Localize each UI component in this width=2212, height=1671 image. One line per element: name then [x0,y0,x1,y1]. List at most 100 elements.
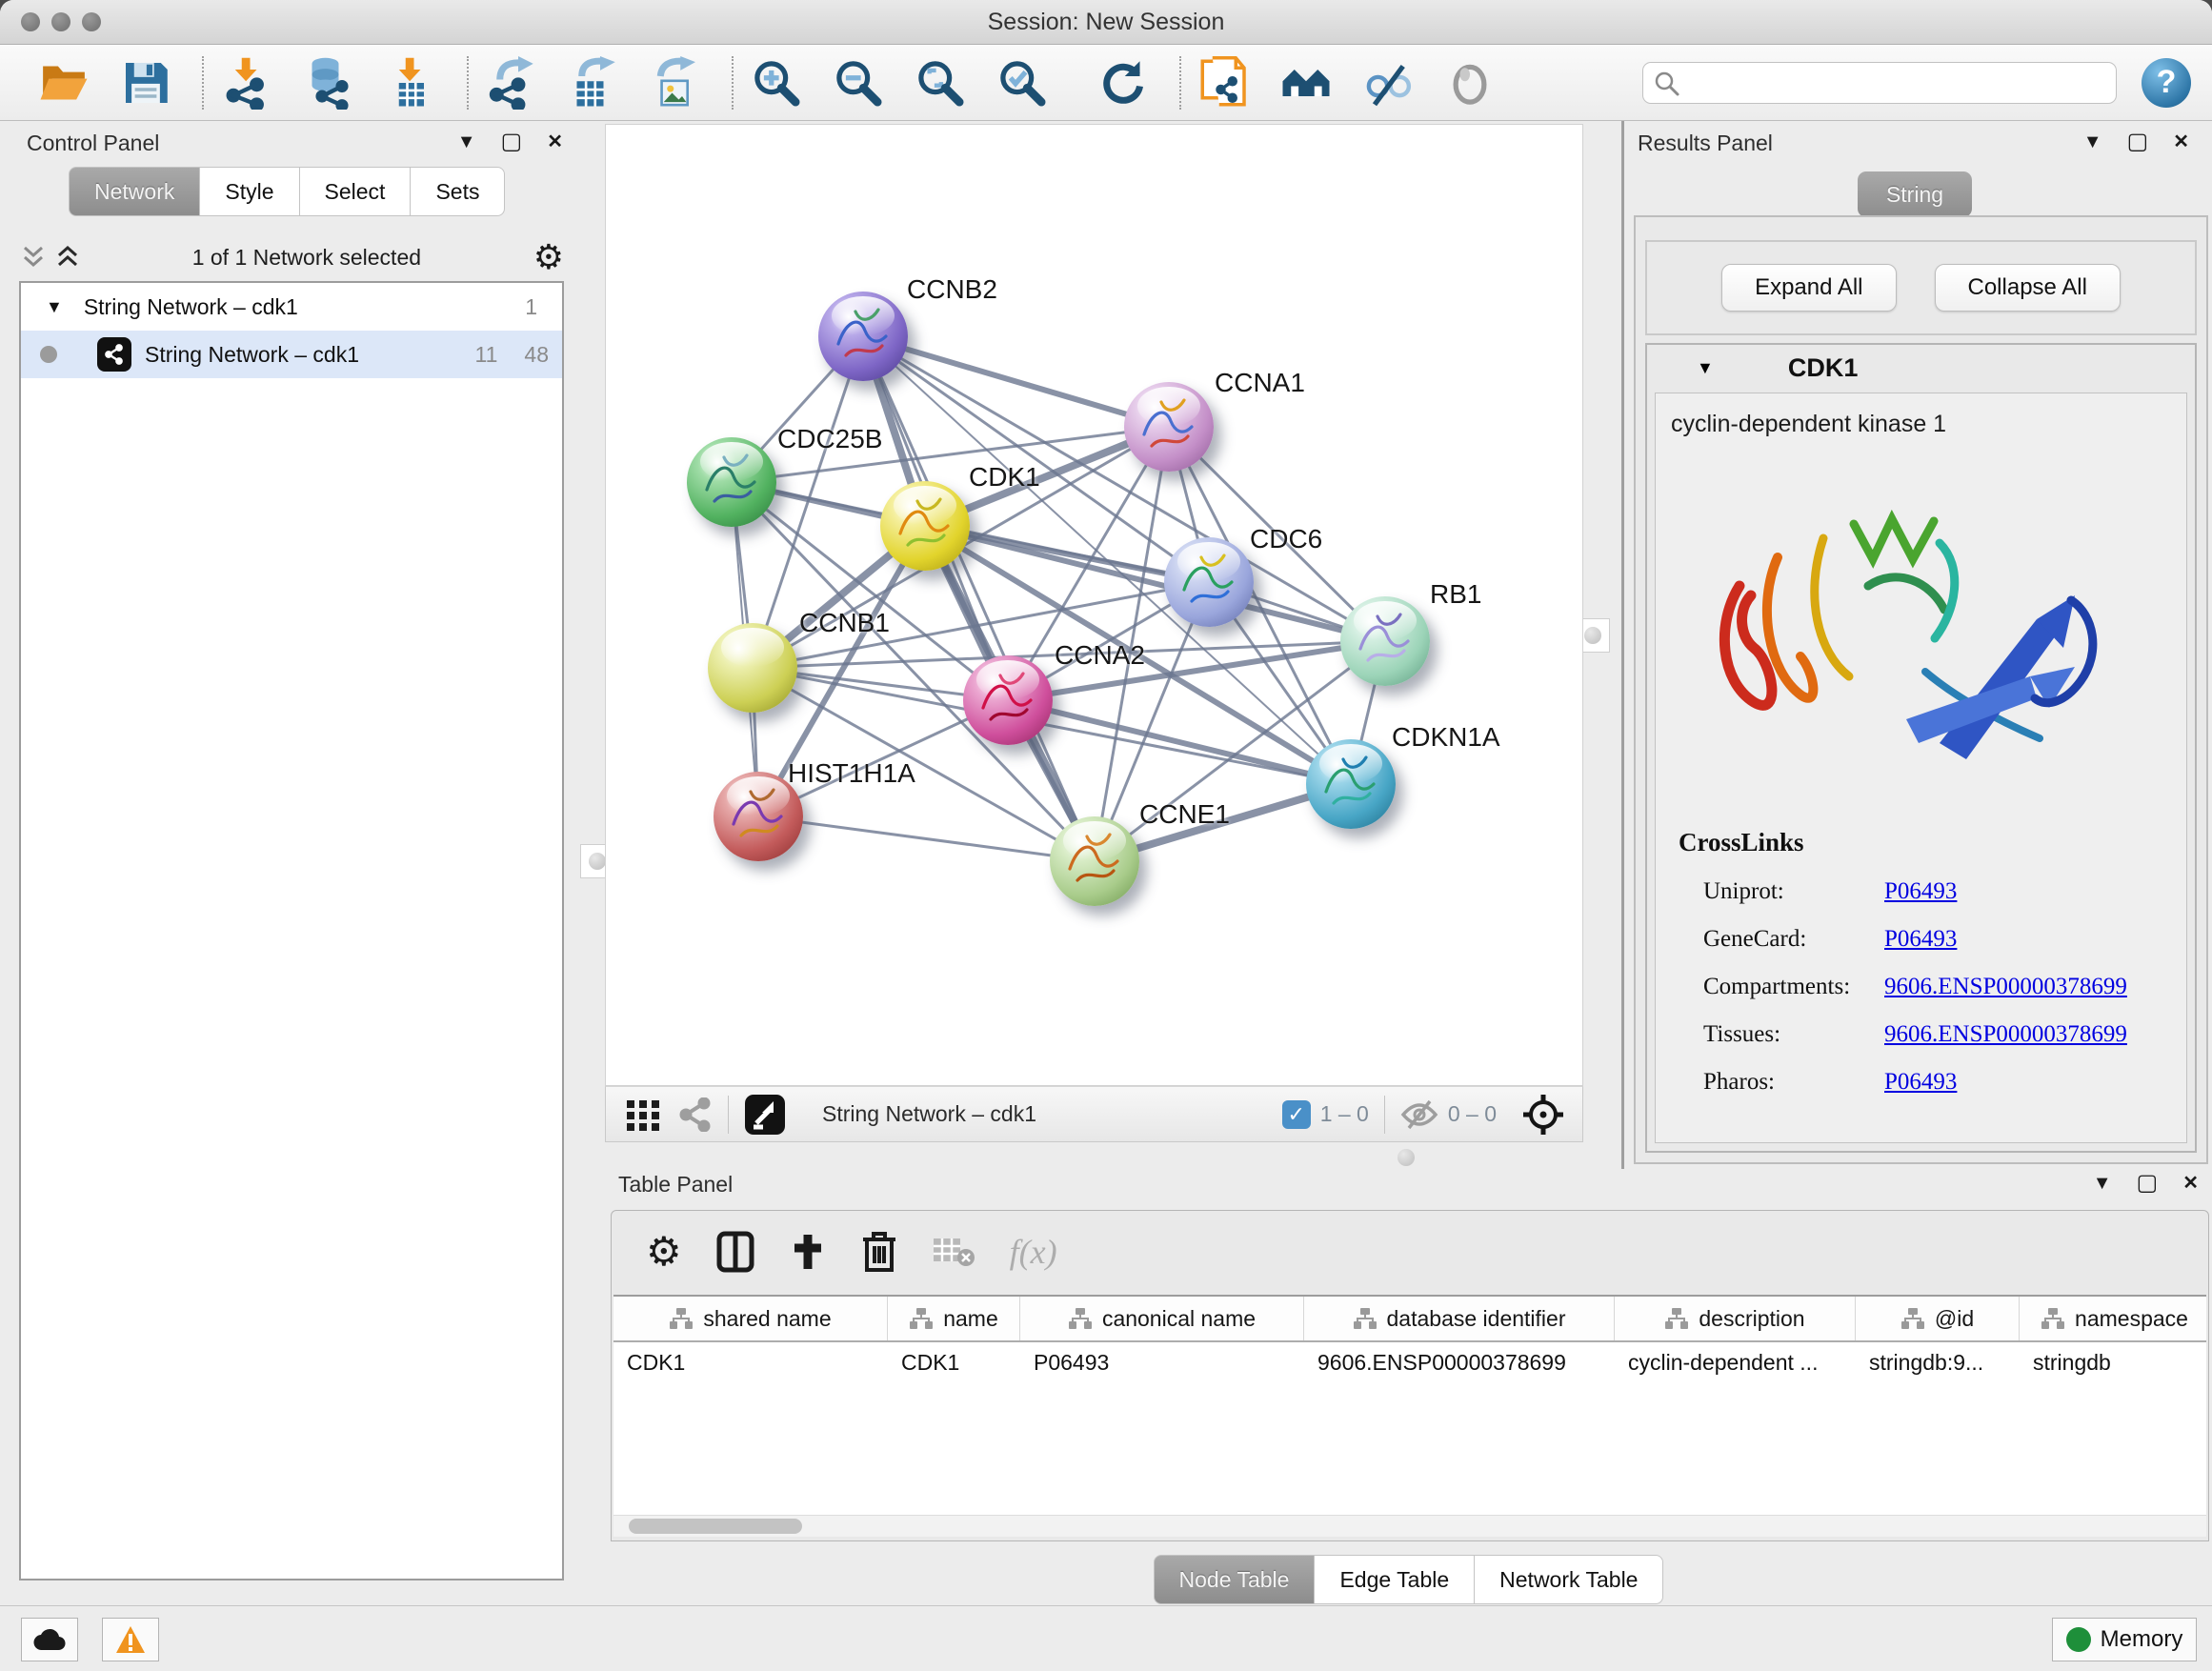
network-node-CCNB2[interactable] [818,292,908,381]
cell[interactable]: P06493 [1020,1350,1304,1376]
panel-float-icon[interactable]: ▢ [501,131,523,153]
network-row[interactable]: String Network – cdk1 11 48 [21,331,562,378]
panel-close-icon[interactable]: ✕ [547,132,563,151]
network-node-CDKN1A[interactable] [1306,739,1396,829]
save-session-icon[interactable] [118,55,173,111]
column-header-canonical-name[interactable]: canonical name [1020,1297,1304,1340]
eye-icon[interactable] [1442,55,1498,111]
network-collection-row[interactable]: ▼ String Network – cdk1 1 [21,283,562,331]
delete-table-icon[interactable] [932,1235,975,1269]
column-header-namespace[interactable]: namespace [2020,1297,2206,1340]
collapse-all-button[interactable]: Collapse All [1935,264,2121,312]
cell[interactable]: 9606.ENSP00000378699 [1304,1350,1615,1376]
export-table-icon[interactable] [566,55,621,111]
panel-float-icon[interactable]: ▢ [2137,1172,2159,1195]
panel-close-icon[interactable]: ✕ [2173,132,2189,151]
zoom-fit-icon[interactable] [913,55,968,111]
zoom-selected-icon[interactable] [995,55,1050,111]
cell[interactable]: stringdb:9... [1856,1350,2020,1376]
string-home-icon[interactable] [1278,55,1334,111]
import-network-icon[interactable] [219,55,274,111]
cell[interactable]: stringdb [2020,1350,2206,1376]
network-node-CCNA1[interactable] [1124,382,1214,472]
refresh-icon[interactable] [1096,55,1151,111]
cell[interactable]: cyclin-dependent ... [1615,1350,1856,1376]
warning-status-icon[interactable] [102,1618,159,1661]
search-input[interactable] [1642,62,2117,104]
node-label-CDC6: CDC6 [1250,524,1322,554]
zoom-out-icon[interactable] [831,55,886,111]
memory-button[interactable]: Memory [2052,1618,2197,1661]
column-header-description[interactable]: description [1615,1297,1856,1340]
collapse-all-icon[interactable] [21,244,46,271]
table-settings-gear-icon[interactable]: ⚙ [646,1232,682,1272]
tab-style[interactable]: Style [200,167,299,216]
protein-structure-thumbnail [1340,596,1430,686]
crosslink-link[interactable]: 9606.ENSP00000378699 [1884,1021,2127,1047]
tab-node-table[interactable]: Node Table [1154,1555,1316,1604]
column-header-database-identifier[interactable]: database identifier [1304,1297,1615,1340]
cell[interactable]: CDK1 [613,1350,888,1376]
gene-section-header[interactable]: ▼ CDK1 [1647,345,2195,391]
network-node-CCNB1[interactable] [708,623,797,713]
tree-expander-icon[interactable]: ▼ [46,297,63,317]
export-image-icon[interactable] [648,55,703,111]
search-icon [1654,70,1680,97]
tab-sets[interactable]: Sets [411,167,505,216]
node-label-CCNE1: CCNE1 [1139,799,1230,830]
open-session-icon[interactable] [36,55,91,111]
column-header-name[interactable]: name [888,1297,1020,1340]
panel-float-icon[interactable]: ▢ [2127,131,2149,153]
crosslink-row: Pharos:P06493 [1679,1069,2127,1096]
panel-menu-icon[interactable]: ▼ [2083,132,2102,151]
share-document-icon[interactable] [1196,55,1252,111]
network-edge[interactable] [758,816,1095,861]
expand-all-icon[interactable] [55,244,80,271]
tab-string[interactable]: String [1858,171,1972,217]
import-table-icon[interactable] [383,55,438,111]
network-node-RB1[interactable] [1340,596,1430,686]
table-hscrollbar-thumb[interactable] [629,1519,802,1534]
hide-glasses-icon[interactable] [1360,55,1416,111]
network-canvas[interactable]: CCNB2CCNA1CDC25BCDK1CDC6RB1CCNB1CCNA2CDK… [605,124,1583,1086]
grid-view-icon[interactable] [625,1097,661,1133]
expand-all-button[interactable]: Expand All [1721,264,1896,312]
tab-network-table[interactable]: Network Table [1475,1555,1663,1604]
crosslink-link[interactable]: 9606.ENSP00000378699 [1884,974,2127,999]
show-columns-icon[interactable] [716,1231,754,1273]
cell[interactable]: CDK1 [888,1350,1020,1376]
network-node-CDC25B[interactable] [687,437,776,527]
tab-network[interactable]: Network [69,167,200,216]
crosslink-link[interactable]: P06493 [1884,878,1957,904]
tab-select[interactable]: Select [300,167,412,216]
network-node-CCNE1[interactable] [1050,816,1139,906]
network-options-gear-icon[interactable]: ⚙ [533,240,564,274]
column-header-shared-name[interactable]: shared name [613,1297,888,1340]
selected-checkbox-icon[interactable]: ✓ [1282,1100,1311,1129]
panel-menu-icon[interactable]: ▼ [2093,1174,2112,1193]
import-database-icon[interactable] [301,55,356,111]
section-expander-icon[interactable]: ▼ [1697,358,1714,378]
gene-name: CDK1 [1788,353,1859,383]
add-column-icon[interactable] [789,1231,827,1273]
locate-crosshair-icon[interactable] [1521,1093,1565,1137]
zoom-in-icon[interactable] [749,55,804,111]
network-edge[interactable] [863,336,1169,427]
node-label-HIST1H1A: HIST1H1A [788,758,915,789]
crosslink-link[interactable]: P06493 [1884,926,1957,952]
column-header-id[interactable]: @id [1856,1297,2020,1340]
panel-close-icon[interactable]: ✕ [2182,1174,2199,1193]
cloud-status-icon[interactable] [21,1618,78,1661]
panel-menu-icon[interactable]: ▼ [457,132,476,151]
network-node-CCNA2[interactable] [963,655,1053,745]
help-icon[interactable]: ? [2142,58,2191,108]
network-node-CDC6[interactable] [1164,537,1254,627]
tab-edge-table[interactable]: Edge Table [1315,1555,1475,1604]
birdseye-view-icon[interactable] [744,1094,786,1136]
delete-column-icon[interactable] [861,1230,897,1274]
crosslink-link[interactable]: P06493 [1884,1069,1957,1095]
network-share-icon[interactable] [678,1097,713,1132]
export-network-icon[interactable] [484,55,539,111]
network-node-CDK1[interactable] [880,481,970,571]
table-row[interactable]: CDK1CDK1P064939606.ENSP00000378699cyclin… [613,1342,2206,1382]
